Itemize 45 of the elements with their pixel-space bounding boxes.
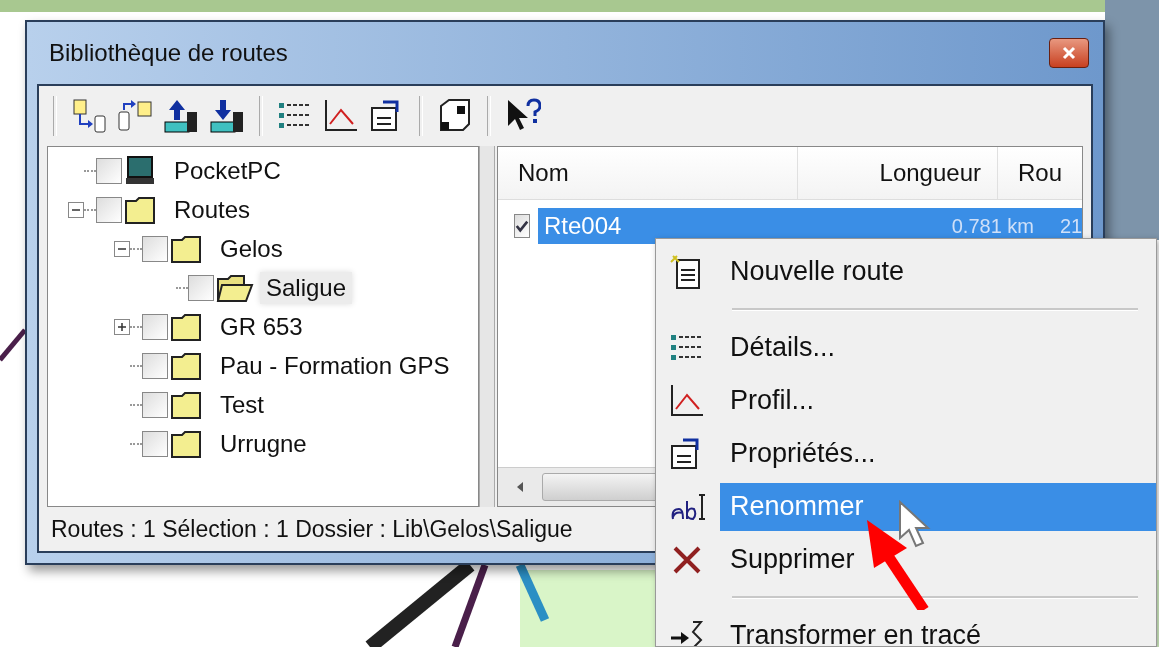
menu-item[interactable]: Détails... — [720, 323, 1156, 372]
column-header[interactable]: Nom — [498, 147, 798, 199]
window-title: Bibliothèque de routes — [48, 39, 288, 67]
checkbox[interactable] — [142, 430, 168, 457]
tree-item[interactable]: Pau - Formation GPS — [214, 349, 456, 382]
import-icon — [117, 98, 153, 134]
checkbox[interactable] — [142, 313, 168, 340]
tree-item[interactable]: Test — [214, 388, 270, 421]
profile-chart-icon — [323, 98, 359, 134]
checkbox[interactable] — [188, 274, 214, 301]
expand-toggle[interactable] — [114, 240, 130, 257]
cube-icon — [437, 98, 473, 134]
export-icon — [71, 98, 107, 134]
mouse-cursor-icon — [898, 500, 932, 550]
plus-icon — [117, 321, 127, 332]
table-cell-text: Rte004 — [543, 212, 623, 240]
column-header[interactable]: Longueur — [798, 147, 998, 199]
status-text: Routes : 1 Sélection : 1 Dossier : Lib\Gelos\Saligue — [51, 515, 573, 543]
menu-item[interactable]: Nouvelle route — [720, 247, 1156, 296]
upload-icon — [163, 98, 199, 134]
checkbox[interactable] — [142, 391, 168, 418]
close-button[interactable] — [1049, 38, 1089, 68]
menu-item[interactable]: Profil... — [720, 376, 1156, 425]
checkbox[interactable] — [96, 196, 122, 223]
checkbox[interactable] — [96, 157, 122, 184]
tree-item[interactable]: Urrugne — [214, 427, 313, 460]
close-icon — [1062, 46, 1076, 60]
tree-item[interactable]: GR 653 — [214, 310, 309, 343]
tree-item[interactable]: Routes — [168, 193, 257, 226]
menu-item[interactable]: Transformer en tracé — [720, 611, 1156, 646]
expand-toggle[interactable] — [114, 318, 130, 335]
table-cell-text: 21 — [1059, 214, 1082, 238]
download-icon — [209, 98, 245, 134]
menu-item[interactable]: Propriétés... — [720, 429, 1156, 478]
check-icon — [515, 219, 529, 233]
table-cell-text: 0.781 km — [950, 214, 1034, 238]
expand-toggle[interactable] — [68, 201, 84, 218]
tree-item[interactable]: Saligue — [260, 271, 353, 304]
checkbox[interactable] — [142, 235, 168, 262]
column-header[interactable]: Rou — [998, 147, 1068, 199]
tree-item[interactable]: Gelos — [214, 232, 289, 265]
tree-item[interactable]: PocketPC — [168, 154, 287, 187]
menu-item[interactable]: Supprimer — [720, 535, 1156, 584]
checkbox[interactable] — [514, 214, 530, 238]
checkbox[interactable] — [142, 352, 168, 379]
